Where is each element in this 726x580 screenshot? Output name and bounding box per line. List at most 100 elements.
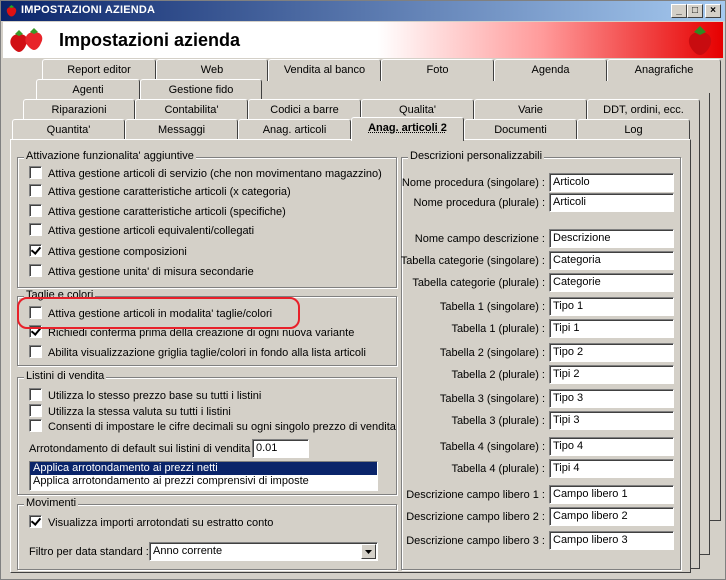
descrizione-label: Tabella 4 (plurale) :: [451, 463, 545, 475]
window-title: IMPOSTAZIONI AZIENDA: [21, 4, 156, 16]
descrizione-input[interactable]: Categoria: [549, 251, 674, 270]
tab-gestione-fido[interactable]: Gestione fido: [140, 79, 262, 101]
descrizione-label: Nome procedura (plurale) :: [413, 197, 545, 209]
descrizione-label: Tabella 3 (plurale) :: [451, 415, 545, 427]
tab-anag-articoli-2[interactable]: Anag. articoli 2: [351, 117, 464, 141]
list-item-prezzi-netti[interactable]: Applica arrotondamento ai prezzi netti: [30, 462, 377, 475]
checkbox-box[interactable]: [29, 515, 42, 528]
checkbox-griglia-taglie[interactable]: Abilita visualizzazione griglia taglie/c…: [29, 345, 366, 361]
checkbox-box[interactable]: [29, 345, 42, 358]
checkbox-box[interactable]: [29, 264, 42, 277]
checkbox-box[interactable]: [29, 204, 42, 217]
tab-agenda[interactable]: Agenda: [494, 59, 607, 81]
minimize-button[interactable]: _: [671, 4, 687, 18]
strawberry-icon: [6, 5, 17, 17]
checkbox-box[interactable]: [29, 404, 42, 417]
checkbox-box[interactable]: [29, 388, 42, 401]
tab-codici-a-barre[interactable]: Codici a barre: [248, 99, 361, 121]
descrizione-input[interactable]: Articoli: [549, 193, 674, 212]
checkbox-conferma-variante[interactable]: Richiedi conferma prima della creazione …: [29, 325, 354, 341]
title-bar[interactable]: IMPOSTAZIONI AZIENDA _ □ ×: [1, 1, 725, 21]
tab-messaggi[interactable]: Messaggi: [125, 119, 238, 141]
descrizione-input[interactable]: Tipo 1: [549, 297, 674, 316]
descrizione-input[interactable]: Categorie: [549, 273, 674, 292]
tab-vendita-al-banco[interactable]: Vendita al banco: [268, 59, 381, 81]
checkbox-box[interactable]: [29, 419, 42, 432]
descrizione-input[interactable]: Tipi 3: [549, 411, 674, 430]
tab-agenti[interactable]: Agenti: [36, 79, 140, 101]
descrizione-label: Tabella 1 (singolare) :: [439, 301, 545, 313]
checkbox-equivalenti-collegati[interactable]: Attiva gestione articoli equivalenti/col…: [29, 223, 254, 239]
filtro-data-label: Filtro per data standard :: [29, 546, 149, 558]
checkbox-composizioni[interactable]: Attiva gestione composizioni: [29, 244, 187, 260]
checkbox-box[interactable]: [29, 166, 42, 179]
checkbox-box[interactable]: [29, 223, 42, 236]
checkbox-label: Attiva gestione unita' di misura seconda…: [48, 266, 254, 278]
checkbox-articoli-servizio[interactable]: Attiva gestione articoli di servizio (ch…: [29, 166, 382, 182]
descrizione-input[interactable]: Descrizione: [549, 229, 674, 248]
arrotondamento-label: Arrotondamento di default sui listini di…: [29, 443, 257, 455]
checkbox-label: Utilizza la stessa valuta su tutti i lis…: [48, 406, 231, 418]
descrizione-input[interactable]: Articolo: [549, 173, 674, 192]
descrizione-label: Tabella 1 (plurale) :: [451, 323, 545, 335]
tab-quantita[interactable]: Quantita': [12, 119, 125, 141]
descrizione-input[interactable]: Tipo 2: [549, 343, 674, 362]
list-item-prezzi-imposte[interactable]: Applica arrotondamento ai prezzi compren…: [30, 475, 377, 488]
tab-ddt-ordini[interactable]: DDT, ordini, ecc.: [587, 99, 700, 121]
descrizione-input[interactable]: Tipo 3: [549, 389, 674, 408]
descrizione-label: Tabella categorie (singolare) :: [400, 255, 545, 267]
checkbox-label: Attiva gestione caratteristiche articoli…: [48, 206, 286, 218]
tab-documenti[interactable]: Documenti: [464, 119, 577, 141]
tab-varie[interactable]: Varie: [474, 99, 587, 121]
tab-anagrafiche[interactable]: Anagrafiche: [607, 59, 721, 81]
group-movimenti-title: Movimenti: [24, 497, 79, 509]
descrizione-input[interactable]: Campo libero 2: [549, 507, 674, 526]
checkbox-label: Abilita visualizzazione griglia taglie/c…: [48, 347, 366, 359]
descrizione-input[interactable]: Campo libero 1: [549, 485, 674, 504]
group-funzionalita-title: Attivazione funzionalita' aggiuntive: [24, 150, 196, 162]
checkbox-label: Attiva gestione articoli in modalita' ta…: [48, 308, 273, 320]
checkbox-taglie-colori[interactable]: Attiva gestione articoli in modalita' ta…: [29, 306, 272, 322]
checkbox-cifre-decimali[interactable]: Consenti di impostare le cifre decimali …: [29, 419, 396, 435]
tab-log[interactable]: Log: [577, 119, 690, 141]
descrizione-label: Nome campo descrizione :: [414, 233, 545, 245]
descrizione-input[interactable]: Tipi 1: [549, 319, 674, 338]
tab-riparazioni[interactable]: Riparazioni: [23, 99, 135, 121]
settings-window: IMPOSTAZIONI AZIENDA _ □ × Impostazioni …: [0, 0, 726, 580]
filtro-data-select[interactable]: Anno corrente: [149, 542, 378, 561]
checkbox-stessa-valuta[interactable]: Utilizza la stessa valuta su tutti i lis…: [29, 404, 231, 420]
descrizione-label: Tabella 2 (singolare) :: [439, 347, 545, 359]
maximize-button[interactable]: □: [687, 4, 703, 18]
checkbox-stesso-prezzo[interactable]: Utilizza lo stesso prezzo base su tutti …: [29, 388, 261, 404]
descrizione-input[interactable]: Campo libero 3: [549, 531, 674, 550]
checkbox-caratteristiche-categoria[interactable]: Attiva gestione caratteristiche articoli…: [29, 184, 291, 200]
tab-web[interactable]: Web: [156, 59, 268, 81]
tab-anag-articoli[interactable]: Anag. articoli: [238, 119, 351, 141]
checkbox-box[interactable]: [29, 325, 42, 338]
group-descrizioni-title: Descrizioni personalizzabili: [408, 150, 545, 162]
checkbox-label: Attiva gestione articoli equivalenti/col…: [48, 225, 255, 237]
checkbox-label: Attiva gestione articoli di servizio (ch…: [48, 168, 382, 180]
close-button[interactable]: ×: [705, 4, 721, 18]
tab-report-editor[interactable]: Report editor: [42, 59, 156, 81]
descrizione-input[interactable]: Tipo 4: [549, 437, 674, 456]
checkbox-label: Richiedi conferma prima della creazione …: [48, 327, 355, 339]
checkbox-box[interactable]: [29, 184, 42, 197]
strawberry-icon: [688, 26, 712, 55]
checkbox-box[interactable]: [29, 306, 42, 319]
descrizione-label: Descrizione campo libero 2 :: [406, 511, 545, 523]
descrizione-label: Tabella categorie (plurale) :: [412, 277, 545, 289]
tab-foto[interactable]: Foto: [381, 59, 494, 81]
arrotondamento-input[interactable]: 0.01: [252, 439, 309, 458]
descrizione-input[interactable]: Tipi 2: [549, 365, 674, 384]
checkbox-caratteristiche-specifiche[interactable]: Attiva gestione caratteristiche articoli…: [29, 204, 286, 220]
chevron-down-icon[interactable]: [361, 544, 376, 559]
descrizione-label: Descrizione campo libero 1 :: [406, 489, 545, 501]
checkbox-box[interactable]: [29, 244, 42, 257]
descrizione-input[interactable]: Tipi 4: [549, 459, 674, 478]
tab-contabilita[interactable]: Contabilita': [135, 99, 248, 121]
descrizione-label: Tabella 4 (singolare) :: [439, 441, 545, 453]
arrotondamento-options-list[interactable]: Applica arrotondamento ai prezzi netti A…: [29, 461, 378, 491]
checkbox-unita-misura[interactable]: Attiva gestione unita' di misura seconda…: [29, 264, 254, 280]
checkbox-importi-arrotondati[interactable]: Visualizza importi arrotondati su estrat…: [29, 515, 273, 531]
